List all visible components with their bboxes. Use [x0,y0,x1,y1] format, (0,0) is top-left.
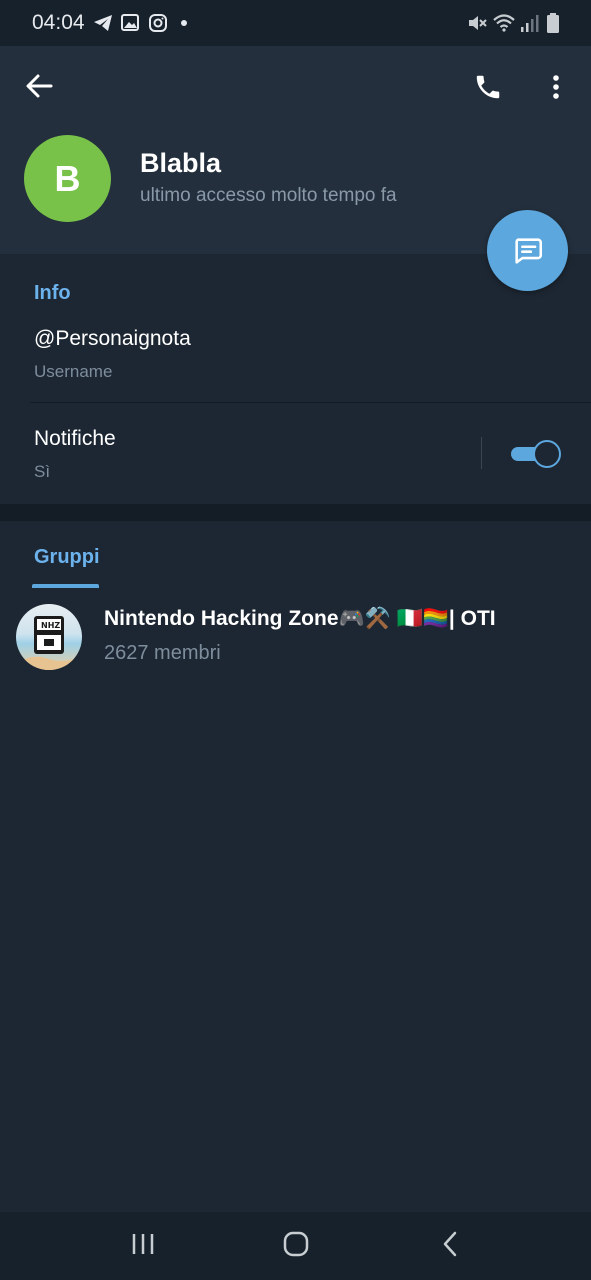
notifications-row[interactable]: Notifiche Sì [0,403,591,503]
more-options-icon[interactable] [550,73,562,101]
back-icon[interactable] [441,1231,459,1257]
dot-icon [181,20,187,26]
status-bar: 04:04 [0,0,591,46]
group-members-count: 2627 membri [104,642,221,664]
wifi-icon [493,14,515,32]
profile-name: Blabla [140,148,222,178]
section-gap [0,504,591,521]
group-avatar: NHZ [16,604,82,670]
notifications-label: Notifiche [34,427,116,450]
gallery-icon [121,14,139,31]
username-row[interactable]: @Personaignota Username [0,312,591,402]
signal-icon [521,15,539,32]
home-icon[interactable] [283,1231,309,1257]
send-message-button[interactable] [487,210,568,291]
group-avatar-label: NHZ [41,621,61,630]
tab-underline [32,584,99,588]
username-value: @Personaignota [34,327,191,350]
message-icon [514,237,542,264]
instagram-icon [149,14,167,32]
phone-call-icon[interactable] [473,72,503,102]
back-arrow-icon[interactable] [25,73,53,99]
notifications-toggle[interactable] [511,440,561,468]
last-seen-status: ultimo accesso molto tempo fa [140,185,397,206]
nintendo-ds-logo-icon [16,616,82,670]
notifications-value: Sì [34,462,51,481]
system-nav-bar [0,1212,591,1280]
telegram-icon [94,15,112,31]
battery-icon [547,13,559,33]
status-time: 04:04 [32,11,85,34]
info-section-title: Info [34,282,71,304]
vertical-divider [481,437,482,469]
avatar-letter: B [54,157,81,199]
toggle-knob [533,440,561,468]
group-name: Nintendo Hacking Zone🎮⚒️ 🇮🇹🏳️‍🌈| OTI [104,607,496,630]
avatar[interactable]: B [24,135,111,222]
recent-apps-icon[interactable] [131,1232,155,1256]
username-label: Username [34,362,113,381]
mute-icon [469,16,487,30]
tab-groups[interactable]: Gruppi [34,546,100,569]
